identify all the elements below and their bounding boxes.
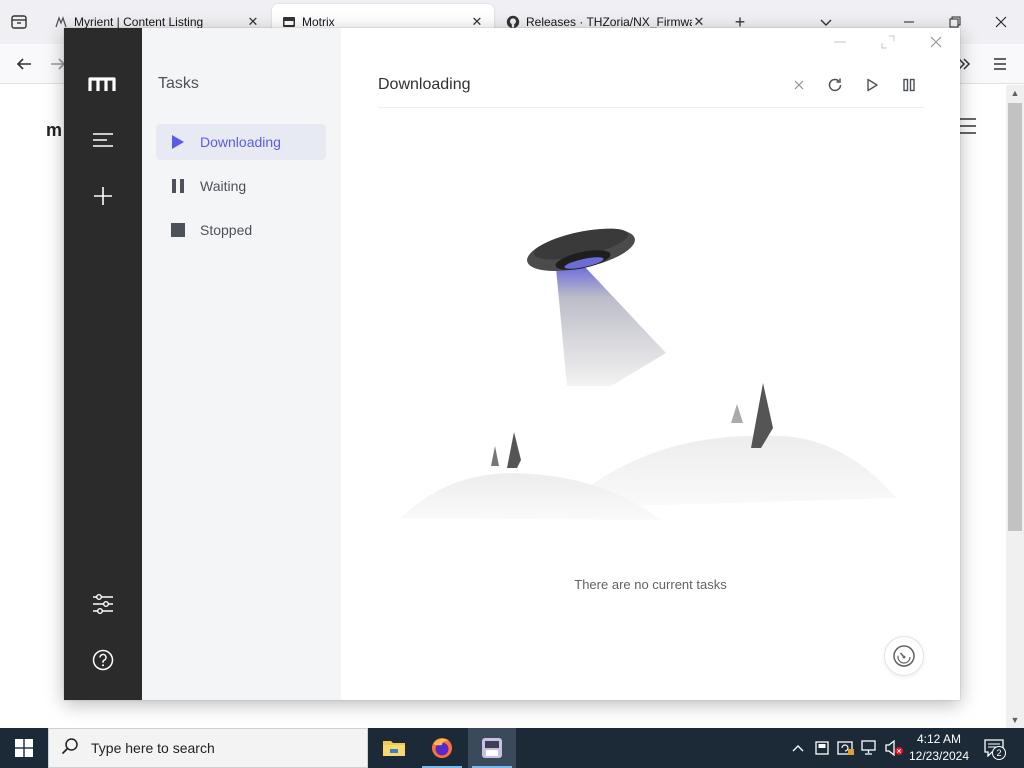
tab-title: Myrient | Content Listing [74, 15, 204, 29]
page-menu-icon[interactable] [958, 116, 976, 136]
motrix-aside [64, 28, 142, 700]
delete-tasks-icon[interactable] [788, 74, 810, 96]
ufo-empty-illustration [401, 228, 896, 520]
page-logo: m [46, 120, 63, 140]
update-status-icon[interactable] [836, 738, 856, 758]
page-scrollbar[interactable]: ▲ ▼ [1006, 85, 1024, 728]
motrix-app-icon[interactable] [468, 728, 516, 768]
motrix-maximize-icon[interactable] [878, 34, 898, 50]
notification-count-badge: 2 [992, 746, 1006, 760]
tab-close-icon[interactable]: ✕ [470, 15, 484, 29]
firefox-icon[interactable] [418, 728, 466, 768]
file-explorer-icon[interactable] [370, 728, 418, 768]
subnav-item-downloading[interactable]: Downloading [156, 124, 326, 160]
task-list-menu-icon[interactable] [88, 125, 118, 155]
play-icon [170, 134, 186, 150]
motrix-minimize-icon[interactable] [830, 34, 850, 50]
search-placeholder: Type here to search [91, 740, 215, 756]
help-icon[interactable] [88, 645, 118, 675]
refresh-icon[interactable] [824, 74, 846, 96]
scroll-down-icon[interactable]: ▼ [1006, 712, 1024, 728]
motrix-favicon-icon [282, 15, 296, 29]
task-content: Downloading There are no current tasks [341, 28, 960, 700]
preferences-sliders-icon[interactable] [88, 589, 118, 619]
stop-icon [170, 222, 186, 238]
motrix-close-icon[interactable] [926, 34, 946, 50]
clock-date: 12/23/2024 [908, 749, 970, 763]
volume-muted-icon[interactable] [884, 738, 904, 758]
subnav-label: Waiting [200, 178, 247, 194]
tab-title: Motrix [302, 15, 335, 29]
back-arrow-icon[interactable] [14, 54, 34, 74]
scroll-up-icon[interactable]: ▲ [1006, 85, 1024, 101]
tasks-title: Tasks [158, 75, 199, 92]
task-header: Downloading [378, 72, 924, 108]
hamburger-menu-icon[interactable] [990, 54, 1010, 74]
storage-device-icon[interactable] [812, 738, 832, 758]
tab-close-icon[interactable]: ✕ [246, 15, 260, 29]
taskbar-search-box[interactable]: Type here to search [48, 728, 368, 768]
resume-all-icon[interactable] [861, 74, 883, 96]
speedometer-button[interactable] [884, 636, 924, 676]
subnav-item-stopped[interactable]: Stopped [156, 212, 326, 248]
empty-state-text: There are no current tasks [574, 577, 727, 592]
add-task-icon[interactable] [88, 181, 118, 211]
close-window-button[interactable] [978, 4, 1024, 40]
pause-icon [170, 178, 186, 194]
motrix-window: Tasks Downloading Waiting Stopped Downlo… [64, 28, 960, 700]
speedometer-icon [893, 645, 915, 667]
tab-list-icon[interactable] [10, 13, 28, 31]
page-title: Downloading [378, 76, 471, 93]
pause-all-icon[interactable] [898, 74, 920, 96]
motrix-logo-icon [88, 69, 118, 99]
tasks-subnav: Tasks Downloading Waiting Stopped [142, 28, 341, 700]
clock-time: 4:12 AM [916, 732, 962, 746]
windows-start-icon[interactable] [0, 728, 48, 768]
taskbar-clock[interactable]: 4:12 AM 12/23/2024 [906, 731, 972, 765]
myrient-favicon-icon [54, 15, 68, 29]
tab-close-icon[interactable]: ✕ [692, 15, 706, 29]
scroll-thumb[interactable] [1008, 103, 1022, 531]
chevron-up-icon[interactable] [788, 738, 808, 758]
tab-title: Releases · THZoria/NX_Firmware [526, 15, 692, 29]
windows-taskbar: Type here to search 4:12 AM 12/23/2024 2 [0, 728, 1024, 768]
search-icon [61, 737, 79, 760]
subnav-item-waiting[interactable]: Waiting [156, 168, 326, 204]
network-icon[interactable] [860, 738, 880, 758]
subnav-label: Downloading [200, 134, 281, 150]
subnav-label: Stopped [200, 222, 253, 238]
github-icon [506, 15, 520, 29]
